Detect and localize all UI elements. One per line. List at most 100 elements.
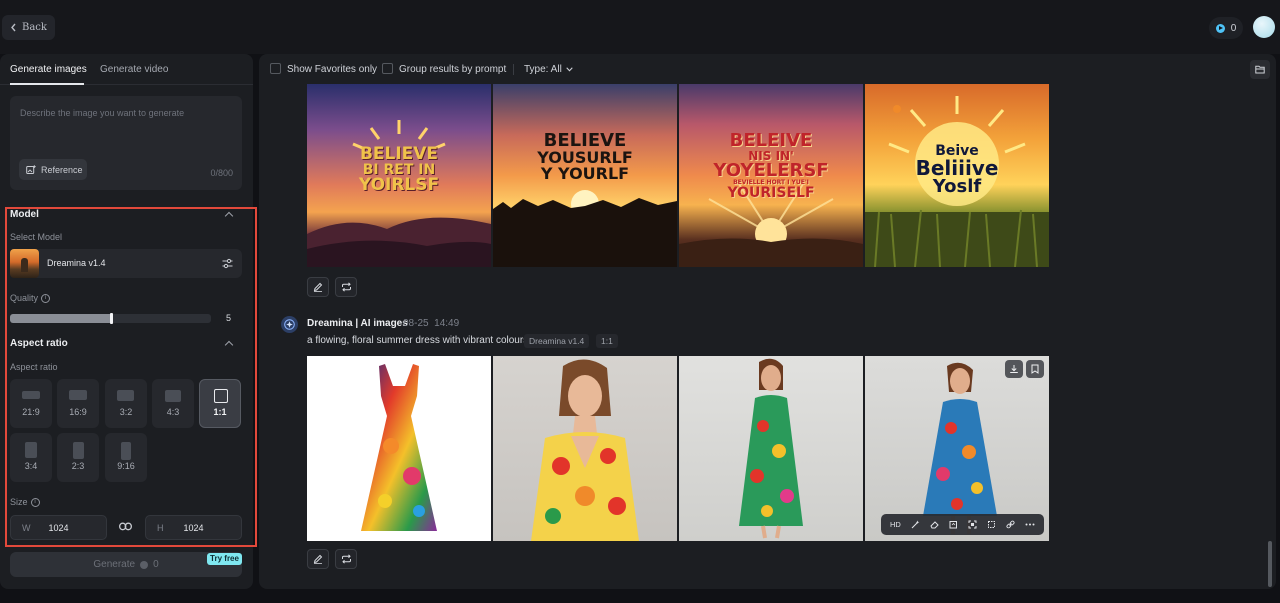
generate-panel: Generate images Generate video Describe … [0, 54, 253, 589]
ratio-option-16-9[interactable]: 16:9 [57, 379, 99, 428]
result-image[interactable]: BELEIVE NIS IN' YOYELERSF BEVIELLE HORT I Y… [679, 84, 863, 267]
model-thumbnail [10, 249, 39, 278]
result-image[interactable]: Beive Beliiive Yoslf [865, 84, 1049, 267]
scrollbar-thumb[interactable] [1268, 541, 1272, 587]
regenerate-button[interactable] [335, 549, 357, 569]
result-image[interactable] [307, 356, 491, 541]
folder-button[interactable] [1250, 60, 1270, 79]
result-image[interactable]: BELIEVE BI RET IN YOIRLSF [307, 84, 491, 267]
ratio-option-3-4[interactable]: 3:4 [10, 433, 52, 482]
ratio-option-2-3[interactable]: 2:3 [57, 433, 99, 482]
quality-label: Quality [10, 293, 39, 303]
image-text-line: YOYELERSF [713, 160, 829, 181]
link-icon[interactable] [119, 522, 132, 531]
ratio-3-2-icon [117, 390, 134, 401]
ratio-option-3-2[interactable]: 3:2 [105, 379, 147, 428]
image-text: BELIEVE BI RET IN YOIRLSF [307, 146, 491, 194]
batch-author: Dreamina | AI images [307, 318, 408, 329]
credits-count: 0 [1230, 22, 1237, 34]
generate-cost: 0 [153, 559, 159, 570]
magic-wand-icon[interactable] [911, 520, 920, 529]
link-icon[interactable] [1006, 520, 1015, 529]
repeat-icon [341, 554, 351, 564]
aspect-section-title: Aspect ratio [10, 338, 68, 349]
reference-button[interactable]: Reference [19, 159, 87, 180]
info-icon[interactable]: i [41, 294, 51, 304]
type-dropdown[interactable]: Type: All [524, 64, 573, 75]
width-input[interactable]: W 1024 [10, 515, 107, 540]
image-text: BELIEVE YOUSURLF Y YOURLF [493, 132, 677, 182]
generate-label: Generate [93, 559, 136, 570]
download-button[interactable] [1005, 360, 1023, 378]
bookmark-button[interactable] [1026, 360, 1044, 378]
ratio-option-1-1[interactable]: 1:1 [199, 379, 241, 428]
ratio-3-4-icon [25, 442, 37, 458]
chevron-left-icon [11, 23, 16, 32]
ratio-label: 21:9 [22, 407, 40, 417]
model-in-dress-graphic [739, 358, 803, 539]
width-value: 1024 [48, 523, 69, 533]
image-text-line: BELIEVE [359, 144, 439, 164]
image-text: BELEIVE NIS IN' YOYELERSF BEVIELLE HORT I Y… [679, 130, 863, 201]
filter-divider [513, 64, 514, 75]
crop-icon[interactable] [987, 520, 996, 529]
favorites-label: Show Favorites only [287, 64, 378, 75]
edit-prompt-button[interactable] [307, 549, 329, 569]
model-name: Dreamina v1.4 [47, 258, 106, 268]
credits-badge[interactable]: 0 [1209, 17, 1243, 39]
prompt-placeholder: Describe the image you want to generate [20, 108, 185, 118]
image-text-line: Yoslf [932, 176, 982, 197]
eraser-icon[interactable] [930, 520, 939, 529]
result-image[interactable]: BELIEVE YOUSURLF Y YOURLF [493, 84, 677, 267]
height-input[interactable]: H 1024 [145, 515, 242, 540]
model-selector[interactable]: Dreamina v1.4 [10, 249, 242, 278]
ratio-label: 4:3 [166, 407, 180, 417]
result-image[interactable] [493, 356, 677, 541]
ratio-option-4-3[interactable]: 4:3 [152, 379, 194, 428]
repeat-icon [341, 282, 351, 292]
result-image[interactable] [679, 356, 863, 541]
group-label: Group results by prompt [399, 64, 507, 75]
image-text-line: BELEIVE [729, 130, 813, 151]
edit-prompt-button[interactable] [307, 277, 329, 297]
quality-slider-fill [10, 314, 111, 323]
results-filter-bar: Show Favorites only Group results by pro… [259, 54, 1276, 84]
batch-prompt[interactable]: a flowing, floral summer dress with vibr… [307, 335, 528, 346]
quality-slider-handle[interactable] [110, 313, 113, 324]
collapse-model-icon[interactable] [224, 211, 234, 221]
avatar[interactable] [1253, 16, 1275, 38]
ratio-label: 16:9 [69, 407, 87, 417]
info-icon[interactable]: i [30, 498, 40, 508]
regenerate-button[interactable] [335, 277, 357, 297]
image-text-line: YOURISELF [727, 185, 815, 201]
tab-generate-images[interactable]: Generate images [10, 64, 87, 75]
collapse-aspect-icon[interactable] [224, 340, 234, 350]
batch-date: 08-25 [403, 318, 429, 329]
back-button[interactable]: Back [2, 15, 55, 40]
inpaint-icon[interactable] [949, 520, 958, 529]
ratio-option-9-16[interactable]: 9:16 [105, 433, 147, 482]
group-checkbox[interactable] [382, 63, 393, 74]
quality-slider[interactable] [10, 313, 211, 324]
try-free-badge: Try free [207, 553, 242, 565]
hd-upscale-button[interactable]: HD [890, 520, 901, 529]
model-section-title: Model [10, 209, 39, 220]
expand-icon[interactable] [968, 520, 977, 529]
model-in-dress-graphic [531, 359, 639, 541]
settings-sliders-icon[interactable] [222, 258, 233, 269]
size-label-wrap: Size i [10, 497, 40, 508]
favorites-checkbox[interactable] [270, 63, 281, 74]
back-label: Back [22, 22, 47, 33]
top-bar: Back 0 [0, 0, 1280, 54]
image-plus-icon [26, 164, 36, 174]
prompt-input[interactable]: Describe the image you want to generate … [10, 96, 242, 190]
results-panel: Show Favorites only Group results by pro… [259, 54, 1276, 589]
tab-generate-video[interactable]: Generate video [100, 64, 168, 75]
chevron-down-icon [566, 67, 573, 72]
pencil-icon [313, 554, 323, 564]
credit-coin-icon [140, 560, 149, 569]
ratio-option-21-9[interactable]: 21:9 [10, 379, 52, 428]
more-icon[interactable] [1025, 523, 1035, 526]
folder-icon [1255, 65, 1265, 74]
reference-label: Reference [41, 164, 83, 175]
